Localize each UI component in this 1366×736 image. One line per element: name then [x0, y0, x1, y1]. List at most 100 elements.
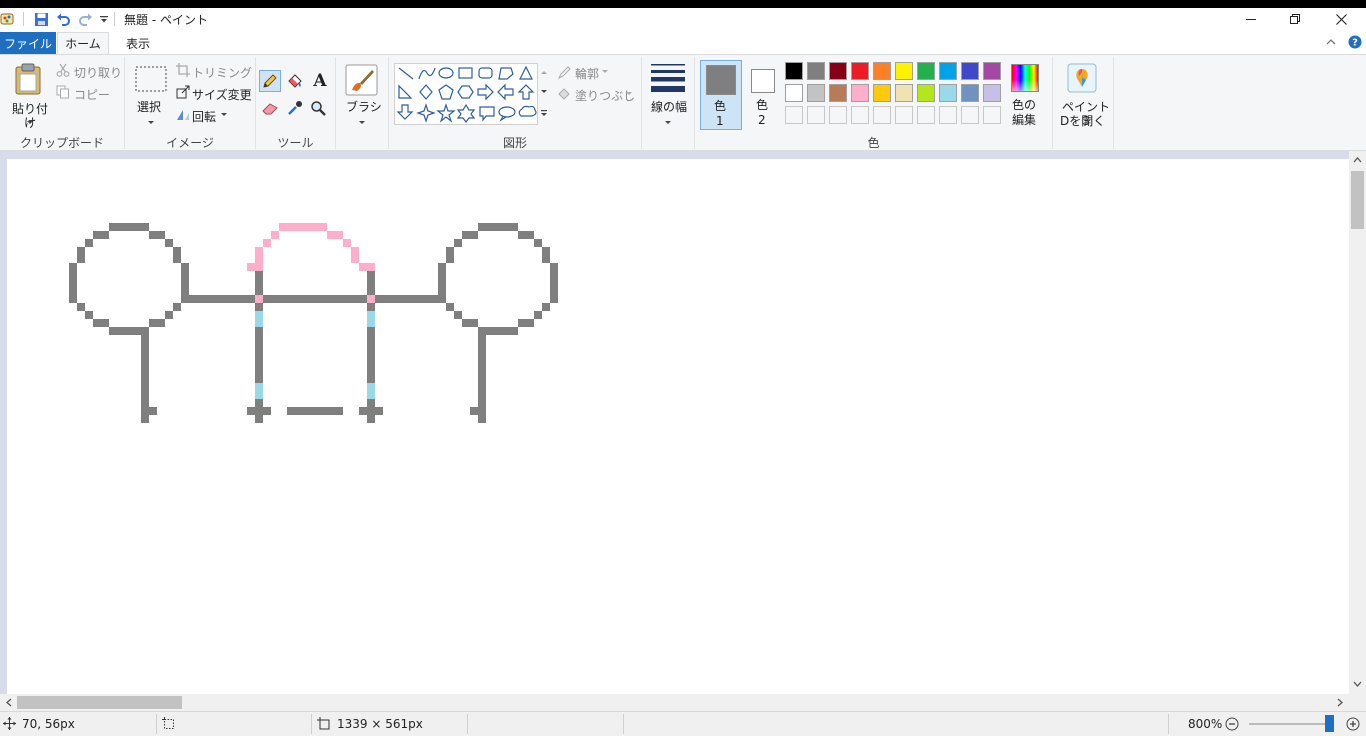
- horizontal-scroll-thumb[interactable]: [17, 696, 182, 709]
- undo-icon[interactable]: [55, 11, 71, 27]
- four-point-star-shape-icon[interactable]: [416, 103, 436, 123]
- copy-button[interactable]: コピー: [74, 86, 110, 103]
- custom-color-slot[interactable]: [939, 106, 957, 124]
- curve-shape-icon[interactable]: [418, 67, 436, 80]
- vertical-scrollbar[interactable]: [1349, 151, 1366, 694]
- palette-color-swatch[interactable]: [895, 84, 913, 102]
- custom-color-slot[interactable]: [851, 106, 869, 124]
- palette-color-swatch[interactable]: [807, 84, 825, 102]
- resize-button[interactable]: サイズ変更: [192, 86, 252, 103]
- text-tool[interactable]: A: [311, 71, 329, 92]
- outline-button[interactable]: 輪郭: [575, 65, 599, 82]
- scroll-right-icon[interactable]: [1337, 698, 1344, 707]
- palette-color-swatch[interactable]: [939, 84, 957, 102]
- rounded-rectangle-shape-icon[interactable]: [478, 67, 493, 79]
- color1-selector[interactable]: 色 1: [700, 60, 742, 130]
- diamond-shape-icon[interactable]: [419, 84, 433, 100]
- left-arrow-shape-icon[interactable]: [497, 83, 514, 101]
- drawing-canvas[interactable]: [7, 159, 1349, 694]
- hexagon-shape-icon[interactable]: [457, 85, 474, 99]
- custom-color-slot[interactable]: [961, 106, 979, 124]
- select-button[interactable]: 選択: [131, 60, 171, 130]
- palette-color-swatch[interactable]: [939, 62, 957, 80]
- shapes-gallery-scroll[interactable]: [537, 63, 550, 125]
- rounded-callout-shape-icon[interactable]: [479, 106, 495, 122]
- palette-color-swatch[interactable]: [873, 62, 891, 80]
- custom-color-slot[interactable]: [917, 106, 935, 124]
- scroll-up-icon[interactable]: [1353, 156, 1362, 163]
- custom-color-slot[interactable]: [785, 106, 803, 124]
- minimize-button[interactable]: [1228, 8, 1274, 30]
- fill-bucket-tool[interactable]: [286, 72, 304, 93]
- horizontal-scrollbar[interactable]: [0, 694, 1349, 711]
- rectangle-shape-icon[interactable]: [458, 67, 473, 79]
- palette-color-swatch[interactable]: [785, 84, 803, 102]
- palette-color-swatch[interactable]: [829, 62, 847, 80]
- palette-color-swatch[interactable]: [785, 62, 803, 80]
- palette-color-swatch[interactable]: [961, 84, 979, 102]
- tab-file[interactable]: ファイル: [0, 32, 56, 54]
- custom-color-slot[interactable]: [873, 106, 891, 124]
- palette-color-swatch[interactable]: [851, 62, 869, 80]
- paint-app-icon[interactable]: [0, 11, 16, 27]
- help-icon[interactable]: ?: [1348, 35, 1362, 52]
- oval-shape-icon[interactable]: [438, 67, 454, 79]
- down-arrow-shape-icon[interactable]: [396, 104, 414, 120]
- close-button[interactable]: [1318, 8, 1364, 30]
- scroll-left-icon[interactable]: [5, 698, 12, 707]
- right-triangle-shape-icon[interactable]: [398, 84, 413, 99]
- triangle-shape-icon[interactable]: [519, 65, 533, 80]
- pencil-tool[interactable]: [259, 70, 281, 92]
- custom-color-slot[interactable]: [829, 106, 847, 124]
- custom-color-slot[interactable]: [807, 106, 825, 124]
- edit-colors-button[interactable]: 色の 編集: [1008, 60, 1048, 130]
- palette-color-swatch[interactable]: [917, 84, 935, 102]
- collapse-ribbon-icon[interactable]: [1326, 36, 1336, 50]
- custom-color-slot[interactable]: [895, 106, 913, 124]
- palette-color-swatch[interactable]: [851, 84, 869, 102]
- palette-color-swatch[interactable]: [807, 62, 825, 80]
- palette-color-swatch[interactable]: [983, 62, 1001, 80]
- open-paint3d-button[interactable]: ペイント３ Dを開く: [1053, 60, 1113, 130]
- polygon-shape-icon[interactable]: [498, 67, 514, 80]
- zoom-slider-thumb[interactable]: [1325, 715, 1334, 732]
- tab-view[interactable]: 表示: [112, 32, 164, 54]
- paste-button[interactable]: 貼り付け: [6, 60, 52, 130]
- size-button[interactable]: 線の幅: [642, 60, 694, 130]
- zoom-in-button[interactable]: [1346, 717, 1360, 734]
- six-point-star-shape-icon[interactable]: [456, 103, 476, 123]
- up-arrow-shape-icon[interactable]: [517, 84, 535, 100]
- zoom-out-button[interactable]: [1225, 717, 1239, 734]
- zoom-slider-track[interactable]: [1249, 723, 1331, 725]
- pentagon-shape-icon[interactable]: [438, 84, 454, 100]
- palette-color-swatch[interactable]: [895, 62, 913, 80]
- vertical-scroll-thumb[interactable]: [1351, 171, 1364, 229]
- redo-icon[interactable]: [77, 11, 93, 27]
- resize-icon: [176, 85, 190, 102]
- color2-selector[interactable]: 色 2: [746, 60, 780, 130]
- tab-home[interactable]: ホーム: [57, 32, 109, 54]
- color-picker-tool[interactable]: [287, 100, 303, 119]
- eraser-tool[interactable]: [262, 100, 280, 119]
- cloud-callout-shape-icon[interactable]: [518, 105, 537, 117]
- magnifier-tool[interactable]: [310, 100, 326, 119]
- scroll-down-icon[interactable]: [1353, 681, 1362, 688]
- crop-button[interactable]: トリミング: [192, 64, 252, 81]
- save-icon[interactable]: [33, 11, 49, 27]
- restore-button[interactable]: [1272, 8, 1318, 30]
- palette-color-swatch[interactable]: [961, 62, 979, 80]
- custom-color-slot[interactable]: [983, 106, 1001, 124]
- line-shape-icon[interactable]: [398, 67, 414, 80]
- palette-color-swatch[interactable]: [983, 84, 1001, 102]
- palette-color-swatch[interactable]: [829, 84, 847, 102]
- paint3d-icon: [1067, 63, 1097, 93]
- cut-button[interactable]: 切り取り: [74, 64, 122, 81]
- rotate-button[interactable]: 回転: [192, 108, 216, 125]
- oval-callout-shape-icon[interactable]: [498, 106, 516, 122]
- palette-color-swatch[interactable]: [917, 62, 935, 80]
- customize-quick-access-icon[interactable]: [96, 11, 112, 27]
- brushes-button[interactable]: ブラシ: [336, 60, 388, 130]
- five-point-star-shape-icon[interactable]: [436, 103, 456, 123]
- right-arrow-shape-icon[interactable]: [477, 83, 494, 101]
- palette-color-swatch[interactable]: [873, 84, 891, 102]
